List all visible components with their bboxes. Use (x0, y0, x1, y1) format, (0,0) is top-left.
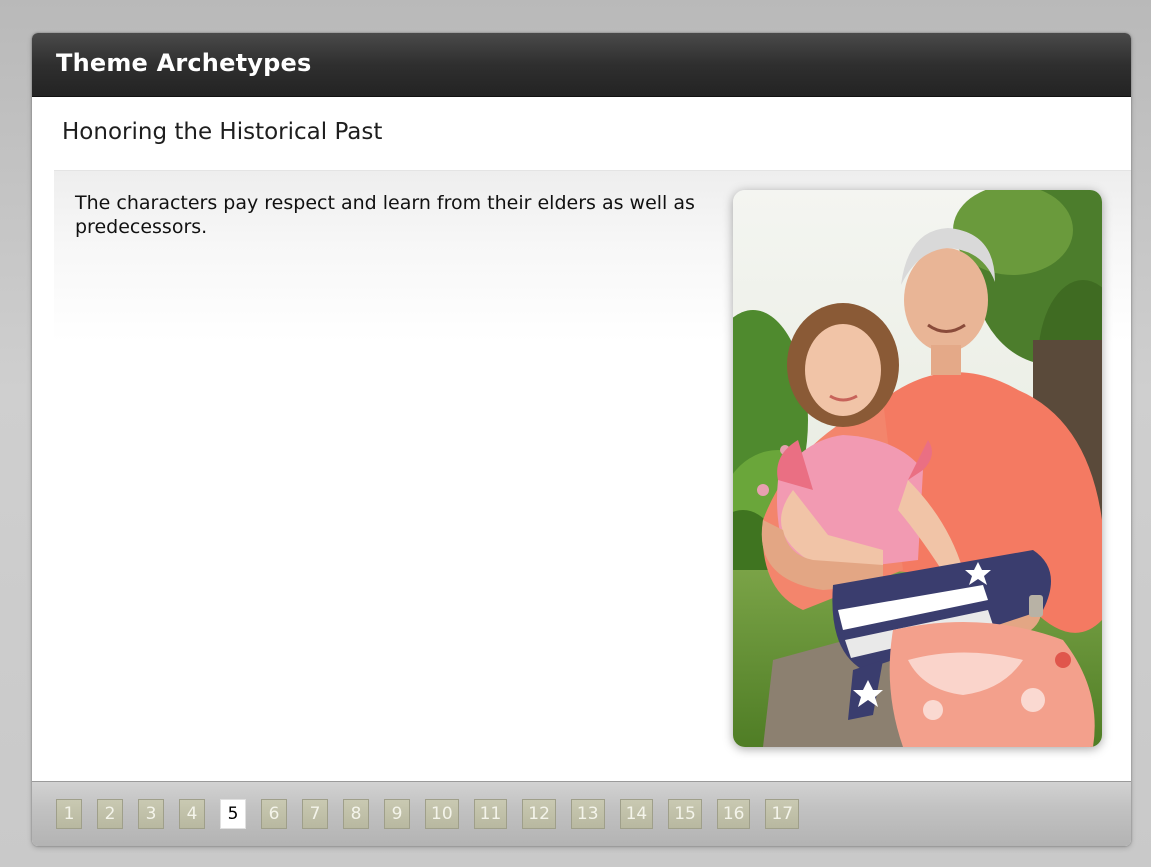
page-button-list: 1 2 3 4 5 6 7 8 9 10 11 12 13 14 15 16 17 (56, 799, 800, 829)
page-button-10[interactable]: 10 (425, 799, 459, 829)
page-button-4[interactable]: 4 (179, 799, 205, 829)
page-button-1[interactable]: 1 (56, 799, 82, 829)
page-button-14[interactable]: 14 (619, 799, 654, 829)
title-bar: Theme Archetypes (32, 33, 1131, 97)
page-button-12[interactable]: 12 (522, 799, 556, 829)
slide-content-panel: The characters pay respect and learn fro… (54, 170, 1131, 783)
page-button-5[interactable]: 5 (220, 799, 246, 829)
course-window: Theme Archetypes Honoring the Historical… (32, 33, 1131, 846)
page-button-6[interactable]: 6 (261, 799, 287, 829)
slide-heading: Honoring the Historical Past (62, 119, 383, 145)
page-button-15[interactable]: 15 (668, 799, 702, 829)
slide-body-text: The characters pay respect and learn fro… (75, 192, 695, 238)
window-title: Theme Archetypes (56, 49, 312, 77)
page-button-2[interactable]: 2 (97, 799, 123, 829)
page-button-16[interactable]: 16 (716, 799, 751, 829)
page-button-9[interactable]: 9 (384, 799, 410, 829)
page-button-8[interactable]: 8 (343, 799, 369, 829)
page-navigation-bar: 1 2 3 4 5 6 7 8 9 10 11 12 13 14 15 16 17 (32, 781, 1131, 846)
page-button-7[interactable]: 7 (302, 799, 328, 829)
page-button-3[interactable]: 3 (138, 799, 164, 829)
page-button-13[interactable]: 13 (570, 799, 605, 829)
page-button-11[interactable]: 11 (473, 799, 508, 829)
page-button-17[interactable]: 17 (765, 799, 800, 829)
grandfather-granddaughter-photo (733, 190, 1102, 747)
